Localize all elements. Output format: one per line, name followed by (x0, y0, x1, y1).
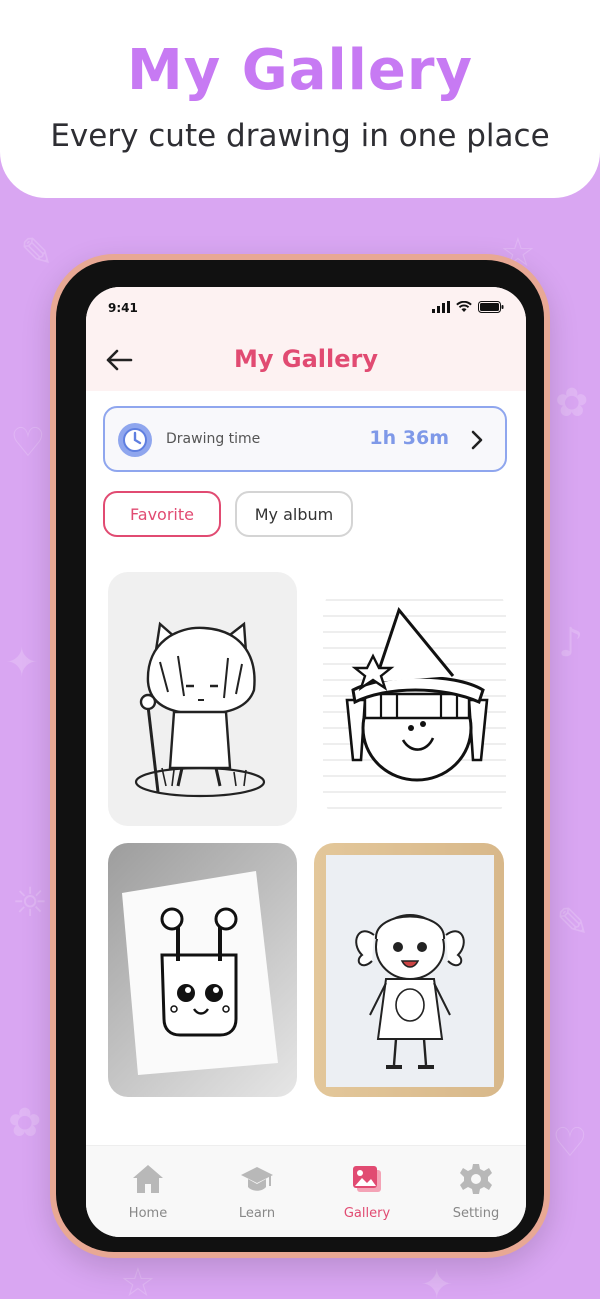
app-header: My Gallery (86, 331, 526, 391)
status-icons (432, 301, 504, 313)
tab-favorite[interactable]: Favorite (103, 491, 221, 537)
nav-home[interactable]: Home (108, 1162, 188, 1221)
phone-bezel: 9:41 My Gallery Drawing time 1h 36m Favo… (56, 260, 544, 1252)
phone-frame: 9:41 My Gallery Drawing time 1h 36m Favo… (50, 254, 550, 1258)
chevron-right-icon (471, 430, 483, 450)
battery-icon (478, 301, 504, 313)
promo-header-card: My Gallery Every cute drawing in one pla… (0, 0, 600, 198)
clock-icon (118, 423, 152, 457)
app-screen: 9:41 My Gallery Drawing time 1h 36m Favo… (86, 287, 526, 1237)
nav-gallery[interactable]: Gallery (327, 1162, 407, 1221)
nav-gallery-label: Gallery (343, 1206, 391, 1221)
gallery-item[interactable] (314, 843, 504, 1097)
bottom-navigation: Home Learn Gallery Setting (86, 1145, 526, 1237)
nav-setting[interactable]: Setting (436, 1162, 516, 1221)
drawing-time-label: Drawing time (166, 431, 261, 447)
page-title: My Gallery (234, 345, 378, 373)
promo-subtitle: Every cute drawing in one place (50, 118, 550, 154)
status-time: 9:41 (108, 301, 138, 315)
gallery-item[interactable] (108, 572, 297, 826)
drawing-time-value: 1h 36m (369, 427, 449, 449)
nav-home-label: Home (128, 1206, 168, 1221)
tab-my-album[interactable]: My album (235, 491, 353, 537)
witch-girl-drawing (323, 599, 506, 809)
signal-icon (432, 301, 450, 313)
drawing-time-card[interactable]: Drawing time 1h 36m (103, 406, 507, 472)
gear-icon (460, 1164, 492, 1194)
gallery-item[interactable] (323, 590, 506, 816)
gallery-icon (353, 1166, 381, 1192)
nav-learn-label: Learn (238, 1206, 276, 1221)
wifi-icon (456, 301, 472, 312)
little-girl-drawing (326, 855, 494, 1087)
kawaii-earbuds-drawing (122, 871, 278, 1075)
chibi-boy-drawing (134, 621, 266, 798)
graduation-cap-icon (241, 1167, 273, 1191)
status-bar: 9:41 (86, 287, 526, 331)
nav-learn[interactable]: Learn (217, 1162, 297, 1221)
promo-title: My Gallery (127, 38, 473, 103)
gallery-item[interactable] (108, 843, 297, 1097)
nav-setting-label: Setting (452, 1206, 500, 1221)
home-icon (133, 1165, 163, 1193)
